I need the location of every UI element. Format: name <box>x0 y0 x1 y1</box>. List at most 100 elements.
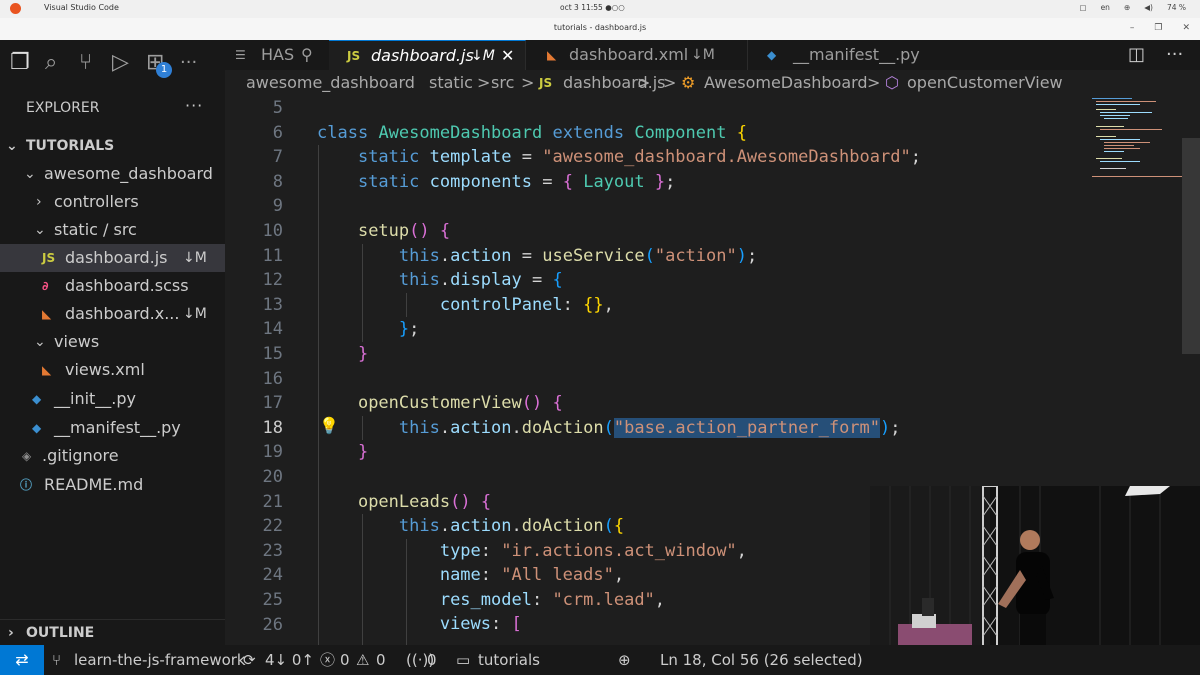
source-control-icon[interactable]: ⑂ <box>79 50 92 75</box>
tree-file-init-py[interactable]: ◆ __init__.py <box>0 385 225 413</box>
tree-folder-static-src[interactable]: ⌄ static / src <box>0 216 225 244</box>
split-editor-icon[interactable]: ◫ <box>1128 44 1145 65</box>
line-number: 13 <box>262 294 283 315</box>
chevron-down-icon: ⌄ <box>34 334 46 350</box>
tree-file-manifest-py[interactable]: ◆ __manifest__.py <box>0 414 225 442</box>
method-icon: ⬡ <box>885 73 899 92</box>
tree-file-dashboard-js[interactable]: JS dashboard.js ↓M <box>0 244 225 272</box>
maximize-icon[interactable]: ❐ <box>1154 23 1162 33</box>
breadcrumb-item[interactable]: AwesomeDashboard <box>704 70 868 96</box>
line-number: 23 <box>262 540 283 561</box>
line-number: 10 <box>262 221 283 241</box>
close-icon[interactable]: ✕ <box>1182 23 1190 33</box>
line-number: 16 <box>262 368 283 389</box>
tree-folder-awesome-dashboard[interactable]: ⌄ awesome_dashboard <box>0 160 225 188</box>
branch-icon[interactable]: ⑂ <box>52 645 61 675</box>
javascript-icon: JS <box>42 251 56 265</box>
volume-icon[interactable]: ◀) <box>1144 3 1153 12</box>
tree-folder-controllers[interactable]: › controllers <box>0 188 225 216</box>
breadcrumb-item[interactable]: openCustomerView <box>907 70 1063 96</box>
python-icon: ◆ <box>32 421 42 435</box>
line-number: 26 <box>262 614 283 635</box>
ports-count[interactable]: 0 <box>427 645 437 675</box>
tree-root[interactable]: ⌄ TUTORIALS <box>0 132 225 160</box>
python-icon: ◆ <box>32 392 42 406</box>
pin-icon[interactable]: ⚲ <box>301 40 313 70</box>
python-icon: ◆ <box>767 48 777 62</box>
workspace-folder[interactable]: tutorials <box>478 645 540 675</box>
breadcrumb-item[interactable]: src <box>491 70 514 96</box>
tab-dashboard-xml[interactable]: ◣ dashboard.xml ↓M <box>525 40 748 70</box>
tree-file-readme[interactable]: ⓘ README.md <box>0 471 225 499</box>
javascript-icon: JS <box>347 49 361 63</box>
network-icon[interactable]: ⊕ <box>1124 3 1130 12</box>
rss-icon: ◣ <box>42 363 52 377</box>
line-number: 17 <box>262 393 283 414</box>
line-number: 25 <box>262 590 283 610</box>
line-number: 6 <box>272 122 283 143</box>
rss-icon: ◣ <box>42 307 52 321</box>
remote-icon[interactable]: ⇄ <box>0 645 44 675</box>
sync-status[interactable]: 4↓ 0↑ <box>265 645 314 675</box>
line-number: 5 <box>272 98 283 118</box>
explorer-icon[interactable]: ❐ <box>10 50 30 75</box>
line-number: 15 <box>262 344 283 364</box>
cursor-position[interactable]: Ln 18, Col 56 (26 selected) <box>660 645 863 675</box>
code-text: class AwesomeDashboard extends Component… <box>317 122 921 635</box>
breadcrumb: awesome_dashboard > static > src > JS da… <box>225 70 1200 96</box>
file-icon: ☰ <box>235 48 246 62</box>
tree-file-dashboard-xml[interactable]: ◣ dashboard.x... ↓M <box>0 300 225 328</box>
sidebar: ❐ ⌕ ⑂ ▷ ⊞ 1 ··· EXPLORER ··· ⌄ TUTORIALS… <box>0 40 226 645</box>
info-icon: ⓘ <box>20 478 33 492</box>
active-app-name[interactable]: Visual Studio Code <box>44 3 119 12</box>
zoom-icon[interactable]: ⊕ <box>618 645 631 675</box>
warning-icon[interactable]: ⚠ <box>356 645 369 675</box>
more-views-icon[interactable]: ··· <box>180 52 197 73</box>
modified-badge: ↓M <box>183 250 207 266</box>
outline-section[interactable]: › OUTLINE <box>0 619 225 646</box>
git-icon: ◈ <box>22 449 32 463</box>
close-tab-icon[interactable]: ✕ <box>501 41 514 71</box>
breadcrumb-item[interactable]: static <box>429 70 473 96</box>
tree-file-dashboard-scss[interactable]: ∂ dashboard.scss <box>0 272 225 300</box>
breadcrumb-item[interactable]: dashboard.js <box>563 70 666 96</box>
line-number: 11 <box>262 245 283 266</box>
activities-icon[interactable] <box>10 3 21 14</box>
clock[interactable]: oct 3 11:55 ●○○ <box>560 3 625 12</box>
battery[interactable]: 74 % <box>1167 3 1186 12</box>
status-bar: ⇄ ⑂ learn-the-js-framework ⟳ 4↓ 0↑ ⓧ 0 ⚠… <box>0 645 1200 675</box>
minimize-icon[interactable]: – <box>1130 23 1135 33</box>
tab-dashboard-js[interactable]: JS dashboard.js ↓M ✕ <box>329 40 526 71</box>
tree-file-gitignore[interactable]: ◈ .gitignore <box>0 442 225 470</box>
tree-folder-views[interactable]: ⌄ views <box>0 328 225 356</box>
run-debug-icon[interactable]: ▷ <box>112 50 129 75</box>
sync-icon[interactable]: ⟳ <box>243 645 256 675</box>
more-actions-icon[interactable]: ··· <box>1166 44 1183 65</box>
search-icon[interactable]: ⌕ <box>45 50 57 75</box>
line-number: 8 <box>272 171 283 192</box>
rss-icon: ◣ <box>547 48 557 62</box>
explorer-more-icon[interactable]: ··· <box>185 96 203 115</box>
breadcrumb-item[interactable]: awesome_dashboard <box>246 70 415 96</box>
tree-file-views-xml[interactable]: ◣ views.xml <box>0 356 225 384</box>
warning-count[interactable]: 0 <box>376 645 386 675</box>
chevron-down-icon: ⌄ <box>24 166 36 182</box>
tab-has[interactable]: ☰ HAS ⚲ <box>225 40 330 70</box>
folder-icon[interactable]: ▭ <box>456 645 470 675</box>
line-number: 19 <box>262 442 283 463</box>
os-top-bar: Visual Studio Code oct 3 11:55 ●○○ ▢ en … <box>0 0 1200 18</box>
branch-name[interactable]: learn-the-js-framework <box>74 645 246 675</box>
calendar-icon[interactable]: ▢ <box>1079 3 1086 12</box>
vertical-scrollbar[interactable] <box>1182 138 1200 354</box>
line-number: 7 <box>272 147 283 168</box>
line-number: 20 <box>262 467 283 487</box>
chevron-right-icon: › <box>36 194 42 210</box>
error-icon[interactable]: ⓧ <box>320 645 335 675</box>
lang-indicator[interactable]: en <box>1101 3 1110 12</box>
scss-icon: ∂ <box>42 279 49 293</box>
class-icon: ⚙ <box>681 73 696 92</box>
system-tray[interactable]: ▢ en ⊕ ◀) 74 % <box>1079 3 1186 12</box>
tab-manifest-py[interactable]: ◆ __manifest__.py <box>747 40 939 70</box>
line-number: 21 <box>262 491 283 512</box>
error-count[interactable]: 0 <box>340 645 350 675</box>
